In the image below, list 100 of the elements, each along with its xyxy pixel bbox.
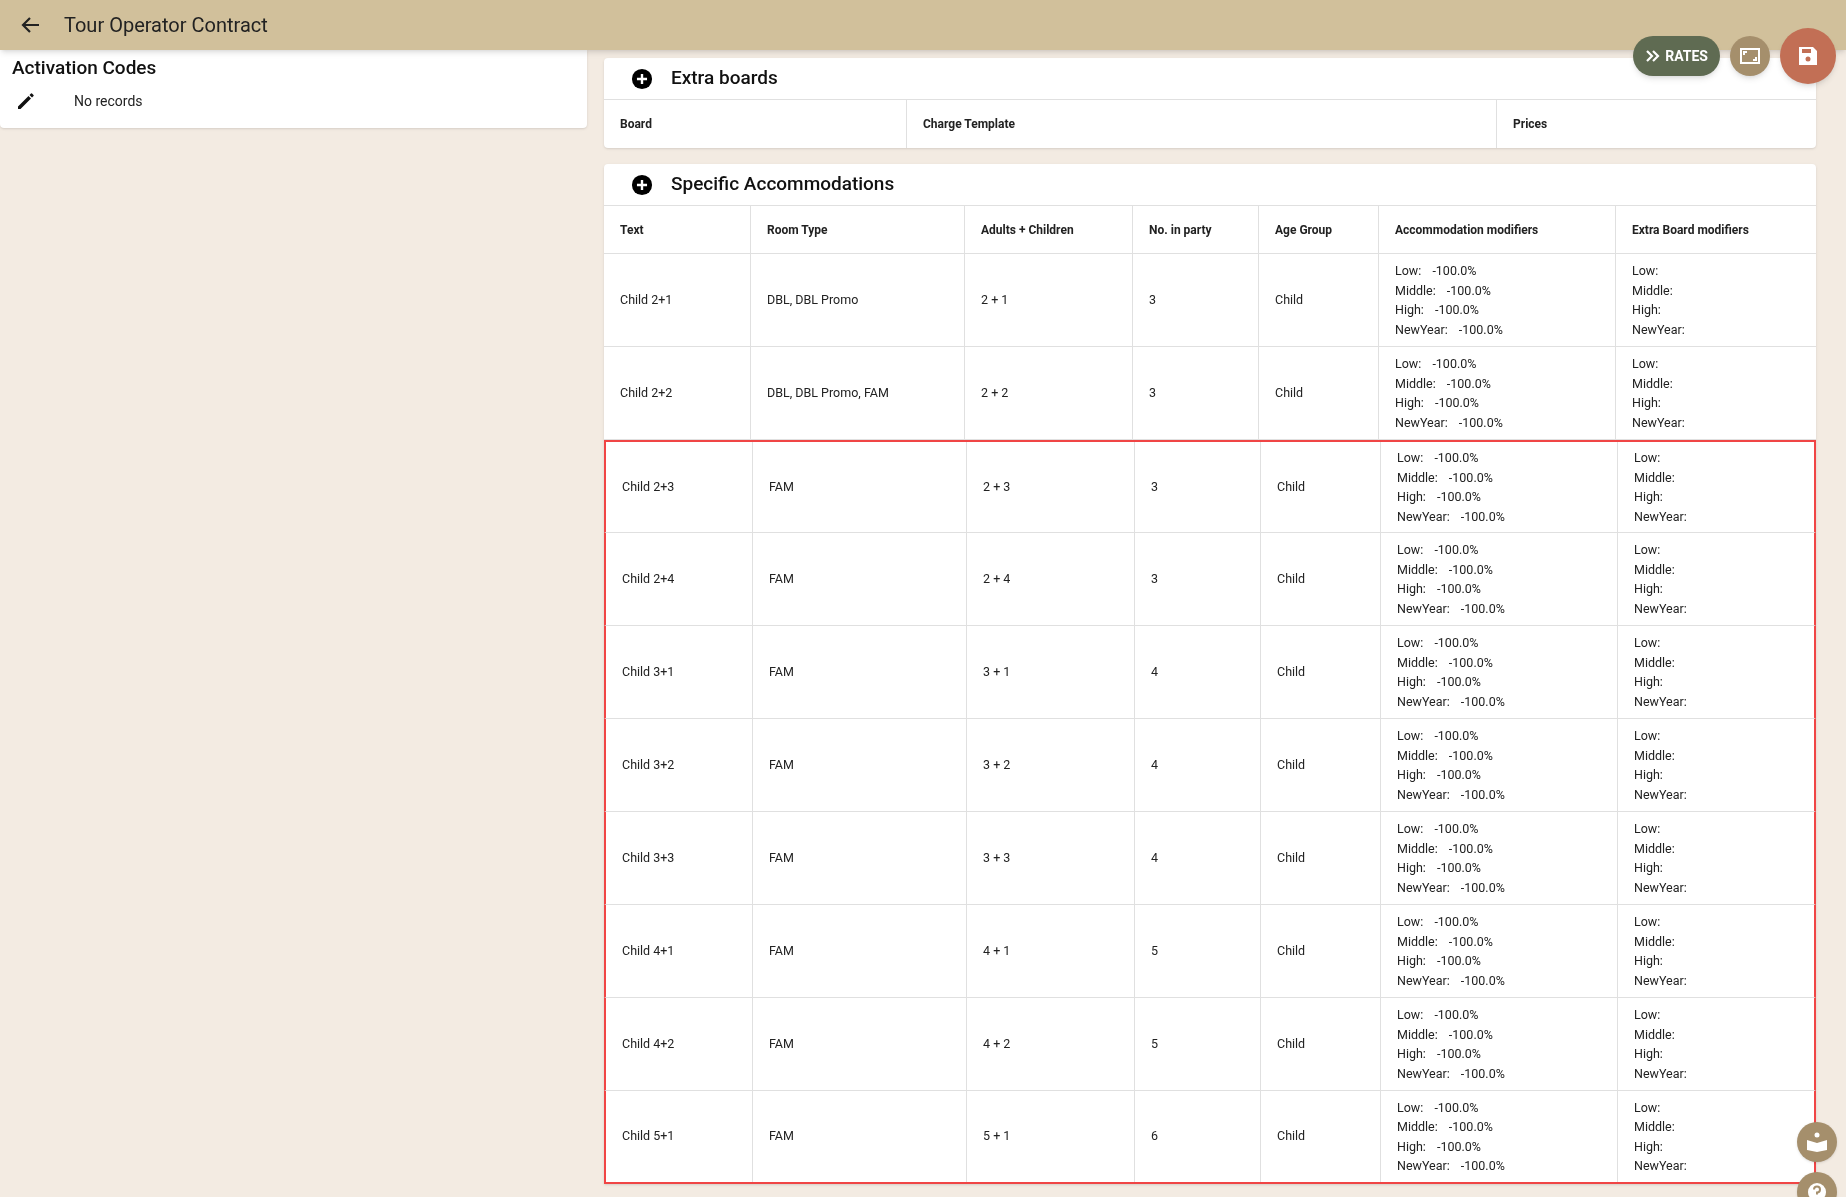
table-cell-text: Child: [1277, 755, 1306, 774]
table-cell-text: FAM: [769, 662, 794, 681]
double-chevron-icon: [1645, 49, 1662, 63]
table-cell-text: FAM: [769, 569, 794, 588]
table-cell-text: Child 2+1: [620, 290, 673, 309]
modifier-value: High: -100.0%: [1395, 394, 1480, 412]
table-cell: FAM: [769, 1127, 794, 1146]
table-cell-text: 3: [1151, 569, 1159, 588]
modifier-label: Middle:: [1634, 560, 1676, 579]
table-cell-text: Child 4+2: [622, 1034, 675, 1053]
table-cell-text: 2 + 4: [983, 569, 1011, 588]
modifier-label: Low:: [1632, 262, 1660, 280]
modifier-label: High:: [1632, 394, 1662, 412]
table-cell-text: 3 + 1: [983, 662, 1011, 681]
modifier-value: Low: -100.0%: [1397, 1006, 1480, 1024]
column-header: Extra Board modifiers: [1632, 221, 1749, 239]
modifier-label: Middle:: [1634, 1118, 1676, 1136]
pencil-icon[interactable]: [16, 91, 36, 111]
modifier-label: High:: [1634, 952, 1664, 970]
modifier-value: Middle: -100.0%: [1397, 560, 1494, 579]
modifier-label: NewYear:: [1634, 878, 1687, 897]
modifier-label: Middle:: [1634, 932, 1676, 951]
modifier-value: Low: -100.0%: [1397, 820, 1480, 838]
empty-message: No records: [74, 91, 143, 111]
table-cell-text: FAM: [769, 941, 794, 960]
table-cell-text: 2 + 3: [983, 477, 1011, 496]
card-title: Activation Codes: [12, 55, 158, 81]
table-cell-text: 4 + 1: [983, 941, 1011, 960]
modifier-label: Low:: [1634, 1006, 1662, 1024]
modifier-label: Low:: [1634, 634, 1662, 652]
column-header: Text: [620, 221, 644, 239]
table-cell-text: DBL, DBL Promo, FAM: [767, 383, 889, 402]
modifier-value: Low: -100.0%: [1395, 262, 1478, 280]
table-cell: Child 5+1: [622, 1127, 675, 1146]
modifier-value: Middle: -100.0%: [1397, 1025, 1494, 1044]
column-header: Prices: [1513, 116, 1548, 133]
table-cell-text: 5: [1151, 941, 1159, 960]
modifier-label: Low:: [1632, 355, 1660, 373]
table-cell-text: 3: [1149, 383, 1157, 402]
table-cell-text: Child: [1277, 1034, 1306, 1053]
modifier-value: Low: -100.0%: [1395, 355, 1478, 373]
modifier-label: NewYear:: [1634, 1064, 1687, 1083]
modifier-label: NewYear:: [1634, 785, 1687, 804]
modifier-label: High:: [1632, 301, 1662, 319]
table-cell-text: 4 + 2: [983, 1034, 1011, 1053]
modifier-value: NewYear: -100.0%: [1397, 971, 1505, 990]
modifier-label: Middle:: [1634, 468, 1676, 487]
table-cell: 6: [1151, 1127, 1159, 1146]
help-icon: [1807, 1182, 1827, 1197]
modifier-value: Low: -100.0%: [1397, 541, 1480, 559]
modifier-value: High: -100.0%: [1397, 1137, 1482, 1156]
modifier-value: NewYear: -100.0%: [1397, 785, 1505, 804]
column-header: No. in party: [1149, 221, 1212, 239]
modifier-value: Middle: -100.0%: [1395, 281, 1492, 300]
modifier-label: Low:: [1634, 1098, 1662, 1117]
modifier-label: Middle:: [1634, 653, 1676, 672]
modifier-value: High: -100.0%: [1397, 952, 1482, 970]
modifier-value: NewYear: -100.0%: [1395, 320, 1503, 339]
add-icon[interactable]: [631, 67, 653, 90]
modifier-label: Low:: [1634, 913, 1662, 931]
guide-button[interactable]: [1797, 1122, 1837, 1162]
table-cell-text: 2 + 2: [981, 383, 1009, 402]
modifier-label: Middle:: [1634, 746, 1676, 765]
modifier-value: High: -100.0%: [1397, 766, 1482, 784]
book-reader-icon: [1806, 1132, 1828, 1152]
page-title: Tour Operator Contract: [64, 12, 268, 39]
modifier-value: High: -100.0%: [1395, 301, 1480, 319]
modifier-label: Middle:: [1634, 1025, 1676, 1044]
table-cell-text: Child: [1277, 848, 1306, 867]
modifier-label: High:: [1634, 673, 1664, 691]
add-icon[interactable]: [631, 173, 653, 196]
section-title: Extra boards: [671, 65, 778, 92]
table-cell-text: FAM: [769, 848, 794, 867]
modifier-value: Middle: -100.0%: [1395, 374, 1492, 393]
table-cell-text: 3 + 2: [983, 755, 1011, 774]
modifier-value: NewYear: -100.0%: [1397, 1157, 1505, 1175]
modifier-value: Middle: -100.0%: [1397, 468, 1494, 487]
table-cell-text: DBL, DBL Promo: [767, 290, 859, 309]
table-cell-text: FAM: [769, 1034, 794, 1053]
modifier-label: NewYear:: [1634, 692, 1687, 711]
modifier-value: Middle: -100.0%: [1397, 839, 1494, 858]
modifier-value: High: -100.0%: [1397, 580, 1482, 598]
modifier-value: NewYear: -100.0%: [1395, 413, 1503, 432]
back-arrow-icon[interactable]: [20, 16, 40, 34]
modifier-label: NewYear:: [1632, 413, 1685, 432]
table-cell-text: 3 + 3: [983, 848, 1011, 867]
modifier-label: High:: [1634, 859, 1664, 877]
modifier-value: Middle: -100.0%: [1397, 1118, 1494, 1136]
modifier-label: Low:: [1634, 541, 1662, 559]
column-header: Charge Template: [923, 116, 1015, 133]
modifier-value: High: -100.0%: [1397, 673, 1482, 691]
table-cell-text: Child: [1275, 290, 1304, 309]
column-header: Adults + Children: [981, 221, 1074, 239]
column-header: Age Group: [1275, 221, 1333, 239]
modifier-value: NewYear: -100.0%: [1397, 692, 1505, 711]
modifier-label: Low:: [1634, 820, 1662, 838]
modifier-label: High:: [1634, 1045, 1664, 1063]
rates-button[interactable]: RATES: [1633, 36, 1720, 76]
modifier-value: NewYear: -100.0%: [1397, 878, 1505, 897]
table-cell-text: 4: [1151, 848, 1159, 867]
